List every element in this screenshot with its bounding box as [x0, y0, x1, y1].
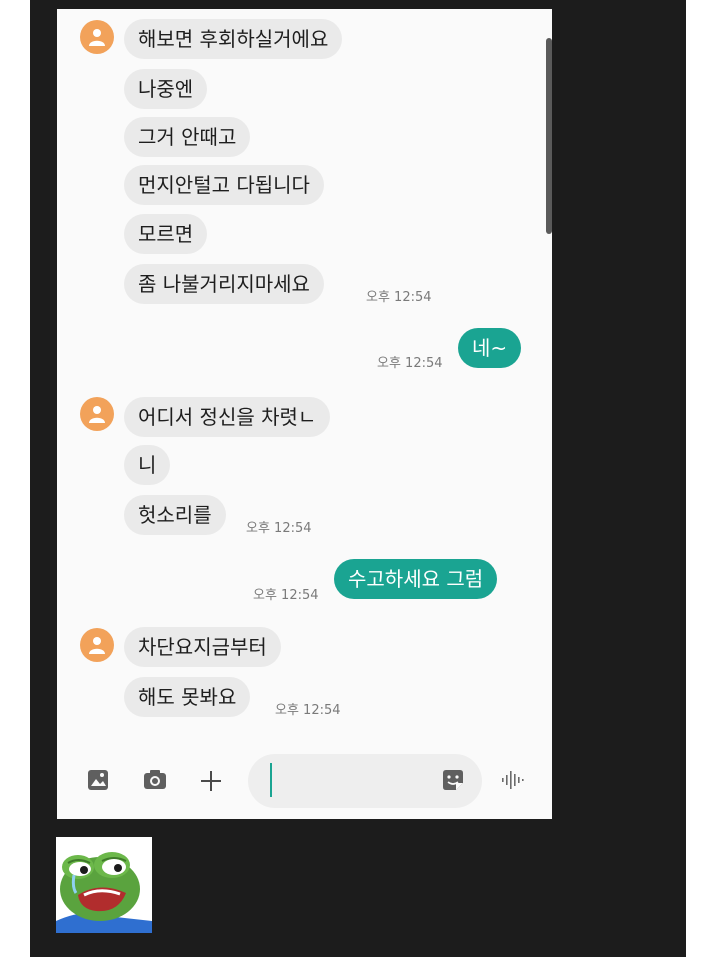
- message-bubble[interactable]: 니: [124, 445, 171, 485]
- gallery-icon[interactable]: [87, 769, 109, 791]
- contact-avatar[interactable]: [80, 20, 114, 54]
- person-icon: [89, 637, 105, 654]
- message-time: 오후 12:54: [377, 356, 443, 371]
- message-time: 오후 12:54: [275, 703, 341, 718]
- message-bubble[interactable]: 먼지안털고 다됩니다: [124, 165, 324, 205]
- message-time: 오후 12:54: [253, 588, 319, 603]
- message-bubble[interactable]: 차단요지금부터: [124, 627, 281, 667]
- scrollbar[interactable]: [546, 38, 552, 234]
- text-cursor: [270, 763, 272, 797]
- message-bubble[interactable]: 해보면 후회하실거에요: [124, 19, 343, 59]
- message-time: 오후 12:54: [366, 290, 432, 305]
- my-message-bubble[interactable]: 네~: [458, 328, 522, 368]
- message-bubble[interactable]: 헛소리를: [124, 495, 226, 535]
- plus-icon[interactable]: [199, 769, 223, 793]
- my-message-bubble[interactable]: 수고하세요 그럼: [334, 559, 498, 599]
- message-bubble[interactable]: 좀 나불거리지마세요: [124, 264, 324, 304]
- contact-avatar[interactable]: [80, 397, 114, 431]
- contact-avatar[interactable]: [80, 628, 114, 662]
- message-bubble[interactable]: 해도 못봐요: [124, 677, 251, 717]
- message-bubble[interactable]: 나중엔: [124, 69, 208, 109]
- message-time: 오후 12:54: [246, 521, 312, 536]
- sticker-icon[interactable]: [442, 769, 464, 791]
- camera-icon[interactable]: [143, 770, 167, 790]
- message-bubble[interactable]: 모르면: [124, 214, 208, 254]
- person-icon: [89, 29, 105, 46]
- message-bubble[interactable]: 그거 안때고: [124, 117, 251, 157]
- person-icon: [89, 406, 105, 423]
- crying-frog-image: [56, 837, 152, 933]
- message-bubble[interactable]: 어디서 정신을 차렷ㄴ: [124, 397, 331, 437]
- voice-icon[interactable]: [500, 770, 526, 790]
